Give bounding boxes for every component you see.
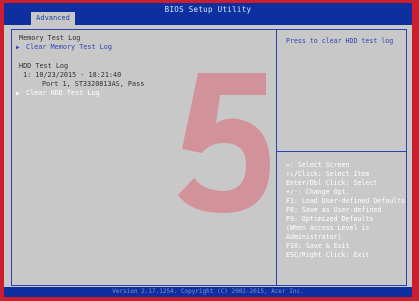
title-bar: BIOS Setup Utility Advanced (4, 3, 412, 25)
bios-screen: BIOS Setup Utility Advanced Memory Test … (4, 3, 412, 297)
help-key-access-level: (When Access Level is (286, 224, 370, 232)
submenu-arrow-icon: ▶ (16, 90, 20, 97)
help-key-f1: F1: Load User-defined Defaults (286, 197, 406, 205)
help-key-f9: F9: Optimized Defaults (286, 215, 374, 223)
help-divider-horizontal (276, 151, 407, 152)
help-key-enter-select: Enter/Dbl Click: Select (286, 179, 378, 187)
tab-advanced[interactable]: Advanced (31, 12, 75, 25)
watermark-five (178, 73, 270, 214)
hdd-test-log-label: HDD Test Log (19, 62, 69, 70)
hdd-log-entry-date: 1: 10/23/2015 - 18:21:40 (23, 71, 122, 79)
help-key-select-screen: ↔: Select Screen (286, 161, 350, 169)
help-key-f10: F10: Save & Exit (286, 242, 350, 250)
clear-hdd-test-log-item[interactable]: Clear HDD Test Log (26, 89, 100, 98)
help-key-select-item: ↑↓/Click: Select Item (286, 170, 370, 178)
memory-test-log-label: Memory Test Log (19, 34, 81, 42)
clear-memory-test-log-item[interactable]: Clear Memory Test Log (26, 43, 112, 52)
panel-divider-vertical (276, 29, 277, 286)
help-key-esc: ESC/Right Click: Exit (286, 251, 370, 259)
help-key-change-opt: +/-: Change Opt. (286, 188, 350, 196)
help-description: Press to clear HDD test log (286, 37, 394, 45)
help-key-administrator: Administrator) (286, 233, 342, 241)
footer-version: Version 2.17.1254. Copyright (C) 2002-20… (4, 287, 412, 297)
hdd-log-entry-port: Port 1, ST3320813AS, Pass (42, 80, 145, 88)
help-key-f6: F6: Save as User-defined (286, 206, 382, 214)
submenu-arrow-icon: ▶ (16, 44, 20, 51)
